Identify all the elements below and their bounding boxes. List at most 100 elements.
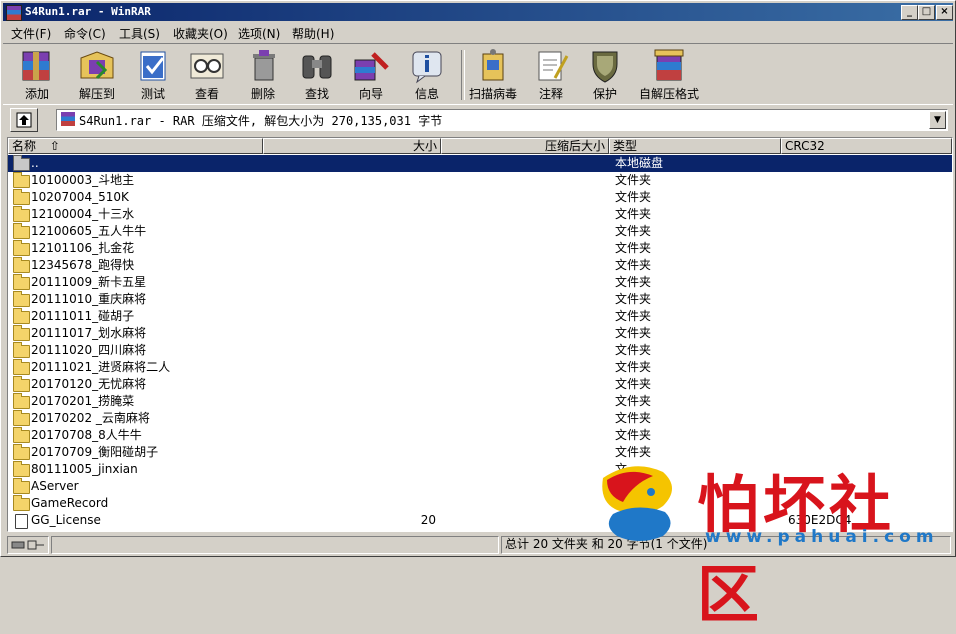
file-row[interactable]: 12100004_十三水 文件夹 [8,206,952,223]
file-name: 12100605_五人牛牛 [31,224,147,238]
file-row[interactable]: 20111020_四川麻将 文件夹 [8,342,952,359]
file-row[interactable]: 20170708_8人牛牛 文件夹 [8,427,952,444]
wizard-button[interactable]: 向导 [351,48,391,102]
file-name: GameRecord [31,496,109,510]
folder-icon [13,359,30,375]
column-crc[interactable]: CRC32 [781,138,952,154]
file-row[interactable]: 20170120_无忧麻将 文件夹 [8,376,952,393]
up-arrow-icon [16,112,32,128]
file-name: 10100003_斗地主 [31,173,135,187]
file-name: .. [31,156,39,170]
file-type: 文件夹 [615,411,652,425]
file-row[interactable]: 20111017_划水麻将 文件夹 [8,325,952,342]
up-folder-button[interactable] [10,108,38,132]
folder-icon [13,325,30,341]
wizard-icon [351,48,391,84]
folder-icon [13,274,30,290]
folder-icon [13,427,30,443]
file-name: 20170708_8人牛牛 [31,428,142,442]
info-label: 信息 [414,87,439,101]
file-row[interactable]: 20111010_重庆麻将 文件夹 [8,291,952,308]
find-label: 查找 [304,87,329,101]
close-button[interactable]: × [936,5,953,20]
menu-tools[interactable]: 工具(S) [119,25,160,42]
file-row[interactable]: 20111021_进贤麻将二人 文件夹 [8,359,952,376]
file-type: 文件夹 [615,258,652,272]
menu-favorites[interactable]: 收藏夹(O) [173,25,228,42]
folder-icon [13,376,30,392]
delete-button[interactable]: 删除 [243,48,283,102]
menu-options[interactable]: 选项(N) [238,25,280,42]
menu-commands[interactable]: 命令(C) [64,25,106,42]
extract-to-button[interactable]: 解压到 [77,48,117,102]
file-row[interactable]: .. 本地磁盘 [8,155,952,172]
folder-icon [13,291,30,307]
protect-button[interactable]: 保护 [585,48,625,102]
folder-icon [13,393,30,409]
menu-help[interactable]: 帮助(H) [292,25,334,42]
file-name: 12345678_跑得快 [31,258,135,272]
file-type: 文件夹 [615,207,652,221]
add-label: 添加 [24,87,49,101]
watermark: 怕坏社区 www.pahuai.com [587,456,956,631]
file-name: 20170709_衡阳碰胡子 [31,445,159,459]
file-row[interactable]: 12101106_扎金花 文件夹 [8,240,952,257]
file-type: 文件夹 [615,309,652,323]
sfx-button[interactable]: 自解压格式 [639,48,699,102]
sort-arrow-icon: ⇧ [49,139,60,153]
status-icons [7,536,49,554]
wizard-label: 向导 [358,87,383,101]
file-type: 文件夹 [615,173,652,187]
file-row[interactable]: 20111009_新卡五星 文件夹 [8,274,952,291]
menu-file[interactable]: 文件(F) [11,25,51,42]
view-icon [187,48,227,84]
file-row[interactable]: 10100003_斗地主 文件夹 [8,172,952,189]
protect-label: 保护 [592,87,617,101]
find-button[interactable]: 查找 [297,48,337,102]
folder-icon [13,223,30,239]
folder-icon [13,155,30,171]
file-type: 文件夹 [615,241,652,255]
file-row[interactable]: 20111011_碰胡子 文件夹 [8,308,952,325]
toolbar-separator [461,50,465,100]
watermark-logo [593,458,685,548]
winrar-window: S4Run1.rar - WinRAR _ □ × 文件(F) 命令(C) 工具… [0,0,956,631]
file-type: 文件夹 [615,394,652,408]
file-name: AServer [31,479,79,493]
address-dropdown-button[interactable]: ▼ [929,111,946,129]
toolbar: 添加 解压到 测试 查看 删除 查找 向导 信息 扫描病毒 注释 保护 自解压格… [3,43,953,105]
virus-scan-button[interactable]: 扫描病毒 [469,48,517,102]
info-button[interactable]: 信息 [407,48,447,102]
file-row[interactable]: 12100605_五人牛牛 文件夹 [8,223,952,240]
file-row[interactable]: 20170202 _云南麻将 文件夹 [8,410,952,427]
file-row[interactable]: 10207004_510K 文件夹 [8,189,952,206]
minimize-button[interactable]: _ [901,5,918,20]
comment-button[interactable]: 注释 [531,48,571,102]
column-name[interactable]: 名称 ⇧ [8,138,263,154]
file-name: 12100004_十三水 [31,207,135,221]
folder-icon [13,444,30,460]
test-icon [133,48,173,84]
view-button[interactable]: 查看 [187,48,227,102]
column-type[interactable]: 类型 [609,138,781,154]
file-size: 20 [420,513,436,527]
column-packed[interactable]: 压缩后大小 [441,138,609,154]
file-row[interactable]: 12345678_跑得快 文件夹 [8,257,952,274]
file-type: 文件夹 [615,275,652,289]
address-combobox[interactable]: S4Run1.rar - RAR 压缩文件, 解包大小为 270,135,031… [56,109,948,131]
virus-scan-label: 扫描病毒 [469,87,518,101]
column-size[interactable]: 大小 [263,138,441,154]
extract-to-icon [77,48,117,84]
file-type: 文件夹 [615,343,652,357]
title-bar[interactable]: S4Run1.rar - WinRAR _ □ × [3,3,953,21]
delete-icon [243,48,283,84]
add-button[interactable]: 添加 [17,48,57,102]
folder-icon [13,257,30,273]
folder-icon [13,410,30,426]
file-name: 20170120_无忧麻将 [31,377,147,391]
file-type: 文件夹 [615,190,652,204]
file-row[interactable]: 20170201_捞腌菜 文件夹 [8,393,952,410]
maximize-button[interactable]: □ [918,5,935,20]
test-button[interactable]: 测试 [133,48,173,102]
file-type: 本地磁盘 [615,156,664,170]
